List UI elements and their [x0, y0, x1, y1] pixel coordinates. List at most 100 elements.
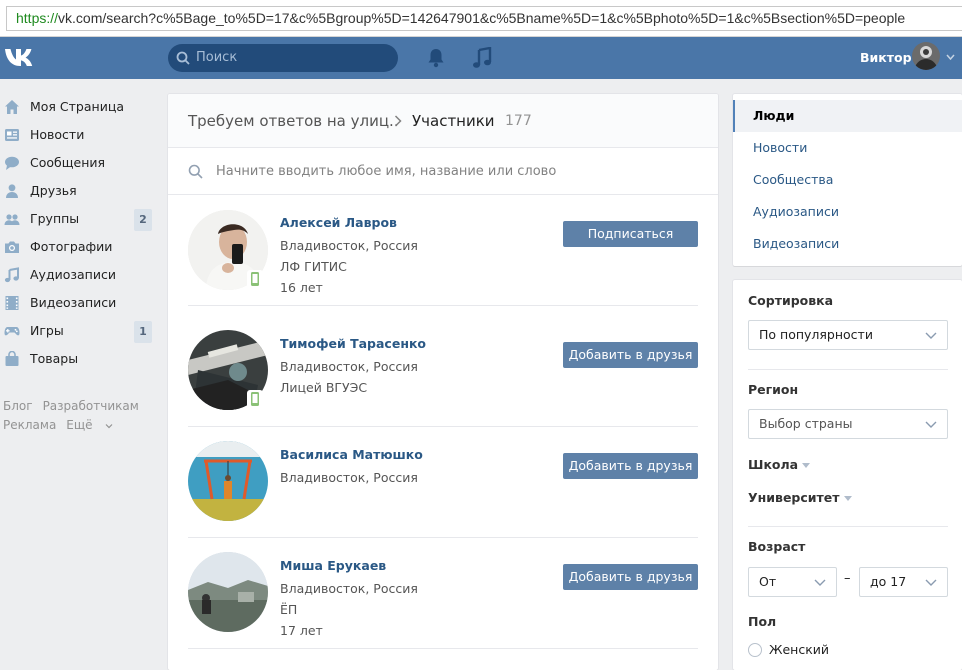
list-item: Василиса Матюшко Владивосток, Россия Доб… — [188, 427, 698, 538]
tab-video[interactable]: Видеозаписи — [733, 228, 962, 260]
person-name[interactable]: Алексей Лавров — [280, 215, 397, 230]
list-item: Тимофей Тарасенко Владивосток, Россия Ли… — [188, 316, 698, 427]
footer-link-more-label: Ещё — [66, 418, 93, 432]
divider — [748, 369, 948, 370]
user-name: Виктор — [860, 50, 912, 65]
footer-link-developers[interactable]: Разработчикам — [43, 399, 139, 413]
message-icon — [5, 156, 19, 170]
chevron-down-icon — [843, 496, 852, 501]
url-path: vk.com/search?c%5Bage_to%5D=17&c%5Bgroup… — [58, 10, 906, 26]
home-icon — [5, 100, 19, 114]
sex-label: Пол — [748, 614, 777, 629]
school-filter[interactable]: Школа — [748, 457, 811, 472]
bell-icon[interactable] — [427, 48, 445, 68]
chevron-down-icon — [105, 424, 113, 429]
sidebar-item-my-page[interactable]: Моя Страница — [0, 93, 160, 121]
left-sidebar: Моя Страница Новости Сообщения Друзья Гр… — [0, 93, 160, 373]
chevron-down-icon — [925, 579, 937, 586]
sidebar-item-groups[interactable]: Группы 2 — [0, 205, 160, 233]
search-placeholder: Поиск — [196, 50, 238, 65]
tab-people[interactable]: Люди — [733, 100, 962, 132]
mobile-status-icon — [247, 390, 263, 408]
gamepad-icon — [4, 327, 20, 336]
age-to-select[interactable]: до 17 — [859, 567, 948, 597]
sidebar-item-games[interactable]: Игры 1 — [0, 317, 160, 345]
sidebar-item-label: Сообщения — [30, 155, 106, 170]
age-from-select[interactable]: От — [748, 567, 837, 597]
news-icon — [5, 129, 19, 141]
footer-link-blog[interactable]: Блог — [3, 399, 33, 413]
music-icon — [4, 267, 19, 283]
person-name[interactable]: Миша Ерукаев — [280, 558, 386, 573]
divider — [188, 305, 698, 306]
url-field[interactable]: https://vk.com/search?c%5Bage_to%5D=17&c… — [6, 6, 962, 31]
sidebar-item-audio[interactable]: Аудиозаписи — [0, 261, 160, 289]
sidebar-item-video[interactable]: Видеозаписи — [0, 289, 160, 317]
browser-address-bar: https://vk.com/search?c%5Bage_to%5D=17&c… — [0, 0, 962, 37]
age-from-value: От — [759, 574, 777, 589]
sex-female-label[interactable]: Женский — [769, 642, 829, 657]
breadcrumb-group-link[interactable]: Требуем ответов на улиц.. — [188, 94, 399, 148]
chevron-down-icon — [802, 463, 811, 468]
age-label: Возраст — [748, 539, 806, 554]
person-name[interactable]: Тимофей Тарасенко — [280, 336, 426, 351]
header-search-input[interactable]: Поиск — [168, 44, 398, 72]
chevron-right-icon — [394, 115, 402, 127]
members-search-placeholder: Начните вводить любое имя, название или … — [216, 164, 557, 179]
country-select[interactable]: Выбор страны — [748, 409, 948, 439]
footer-link-more[interactable]: Ещё — [66, 418, 113, 432]
tab-communities[interactable]: Сообщества — [733, 164, 962, 196]
members-search-input[interactable]: Начните вводить любое имя, название или … — [168, 148, 718, 195]
sidebar-item-news[interactable]: Новости — [0, 121, 160, 149]
sidebar-count-badge: 2 — [134, 209, 152, 231]
subscribe-button[interactable]: Подписаться — [563, 221, 698, 247]
list-item: Миша Ерукаев Владивосток, Россия ЁП 17 л… — [188, 538, 698, 649]
page-title: Участники — [412, 112, 495, 130]
school-label: Школа — [748, 457, 799, 472]
person-city: Владивосток, Россия — [280, 238, 418, 253]
person-age: 17 лет — [280, 623, 323, 638]
avatar[interactable] — [188, 441, 268, 521]
add-friend-button[interactable]: Добавить в друзья — [563, 564, 698, 590]
chevron-down-icon — [925, 332, 937, 339]
search-icon — [188, 164, 203, 179]
sidebar-item-messages[interactable]: Сообщения — [0, 149, 160, 177]
sidebar-count-badge: 1 — [134, 321, 152, 343]
person-school: ЁП — [280, 602, 298, 617]
sidebar-item-market[interactable]: Товары — [0, 345, 160, 373]
avatar[interactable] — [188, 552, 268, 632]
tab-news[interactable]: Новости — [733, 132, 962, 164]
person-school: ЛФ ГИТИС — [280, 259, 347, 274]
sidebar-item-label: Товары — [30, 351, 79, 366]
sort-label: Сортировка — [748, 293, 834, 308]
person-city: Владивосток, Россия — [280, 359, 418, 374]
tab-audio[interactable]: Аудиозаписи — [733, 196, 962, 228]
vk-logo[interactable] — [4, 45, 38, 71]
sidebar-item-label: Игры — [30, 323, 64, 338]
sidebar-item-label: Фотографии — [30, 239, 113, 254]
list-item: Алексей Лавров Владивосток, Россия ЛФ ГИ… — [188, 195, 698, 306]
member-count: 177 — [505, 113, 532, 129]
mobile-status-icon — [247, 270, 263, 288]
footer-link-ads[interactable]: Реклама — [3, 418, 56, 432]
sidebar-item-label: Группы — [30, 211, 80, 226]
avatar — [912, 42, 940, 70]
search-section-tabs: Люди Новости Сообщества Аудиозаписи Виде… — [733, 94, 962, 266]
top-header: Поиск Виктор — [0, 37, 962, 79]
divider — [188, 648, 698, 649]
age-range-dash: – — [844, 571, 851, 586]
person-school: Лицей ВГУЭС — [280, 380, 368, 395]
sidebar-item-photos[interactable]: Фотографии — [0, 233, 160, 261]
add-friend-button[interactable]: Добавить в друзья — [563, 342, 698, 368]
add-friend-button[interactable]: Добавить в друзья — [563, 453, 698, 479]
sex-female-radio[interactable] — [748, 643, 762, 657]
sidebar-item-friends[interactable]: Друзья — [0, 177, 160, 205]
university-filter[interactable]: Университет — [748, 490, 852, 505]
sidebar-item-label: Друзья — [30, 183, 77, 198]
sort-select[interactable]: По популярности — [748, 320, 948, 350]
breadcrumb: Требуем ответов на улиц.. Участники 177 — [168, 94, 718, 148]
person-name[interactable]: Василиса Матюшко — [280, 447, 423, 462]
music-icon[interactable] — [472, 47, 492, 69]
chevron-down-icon — [946, 54, 955, 60]
bag-icon — [5, 351, 19, 366]
